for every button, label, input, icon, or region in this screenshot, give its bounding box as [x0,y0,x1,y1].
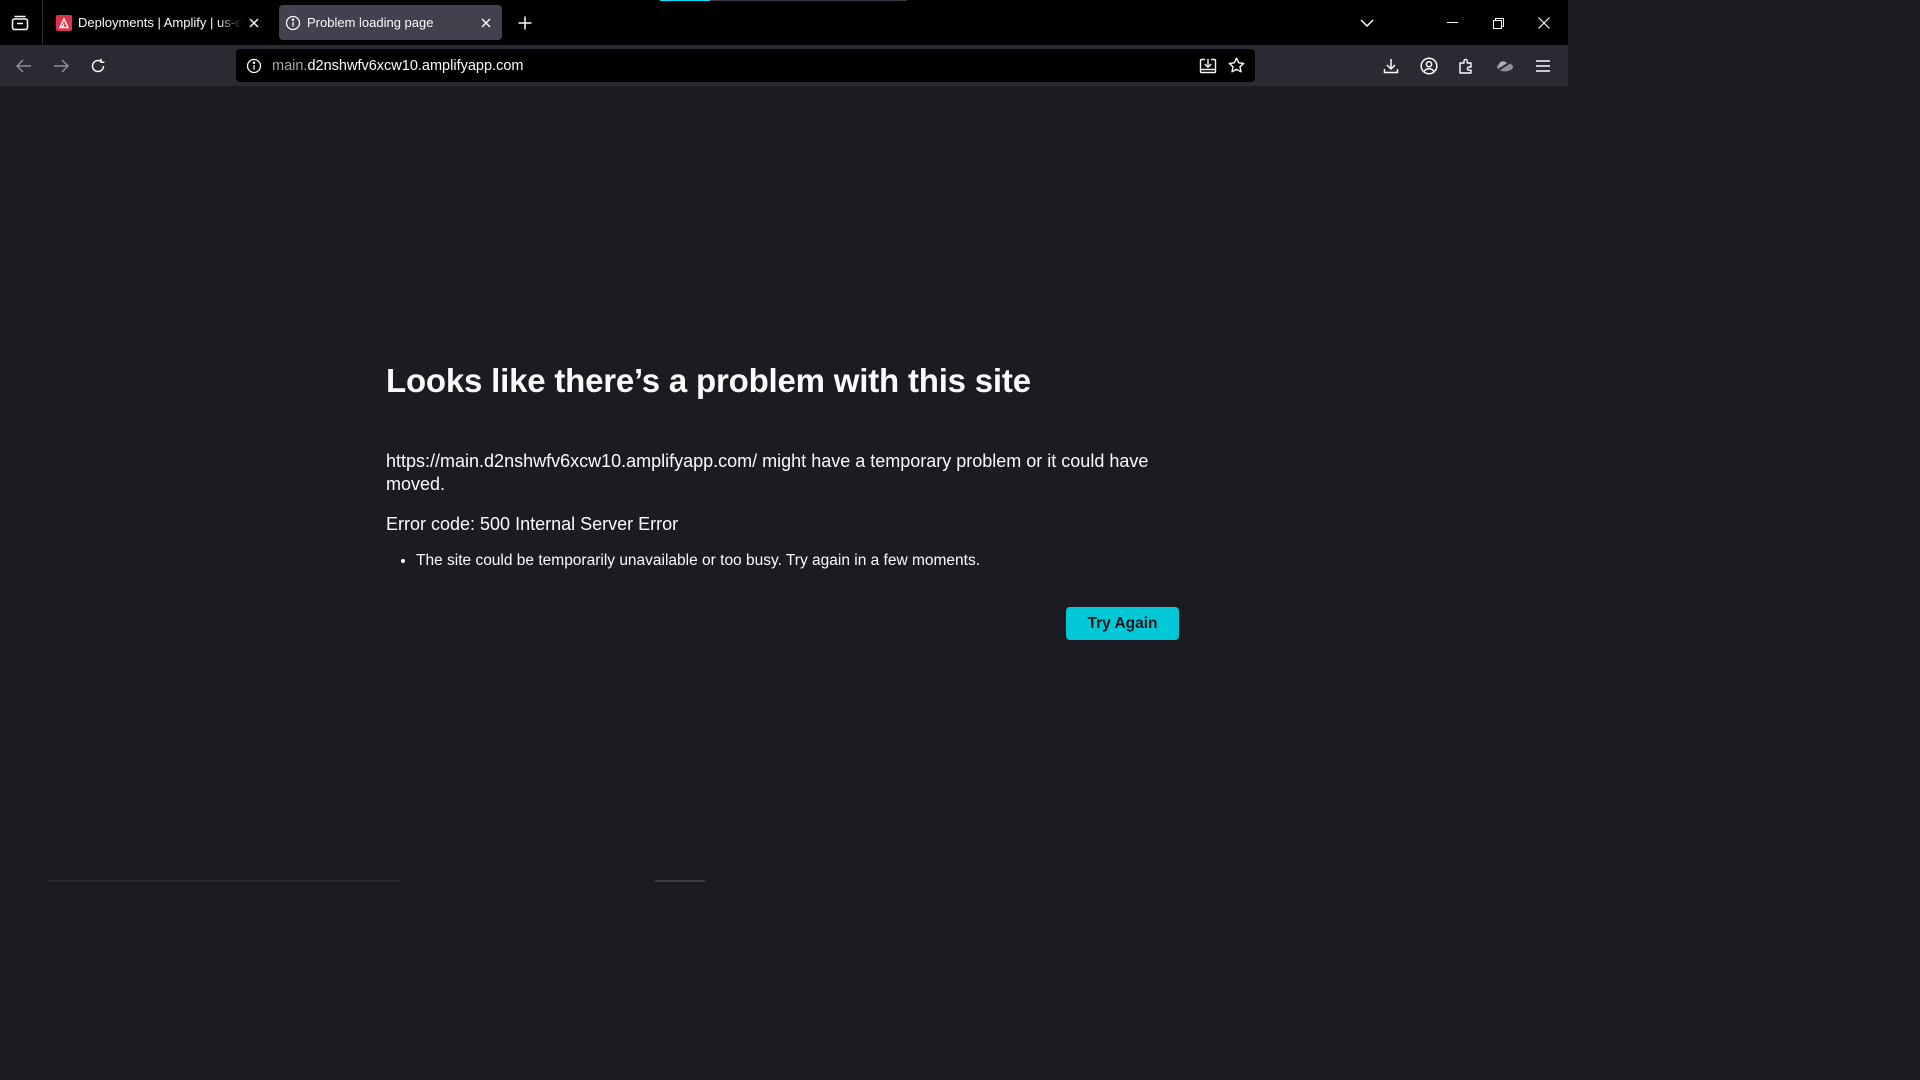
scroll-indicator [655,880,705,882]
error-title: Looks like there’s a problem with this s… [386,362,1031,399]
button-row: Try Again [386,607,1179,640]
back-icon[interactable] [12,54,36,78]
forward-icon[interactable] [49,54,73,78]
horizontal-scrollbar[interactable] [48,880,400,882]
close-tab-icon[interactable] [474,11,498,35]
tab-loading-indicator [660,0,907,1]
firefox-view-icon[interactable] [8,11,32,35]
tab-title: Problem loading page [307,15,434,30]
tab-strip: Deployments | Amplify | us-east-1 Proble… [0,0,1568,45]
info-icon [285,15,301,31]
install-app-icon[interactable] [1193,51,1222,80]
tab-divider [42,0,43,45]
list-item: The site could be temporarily unavailabl… [416,551,1179,571]
page-actions [1193,49,1251,82]
error-code: Error code: 500 Internal Server Error [386,514,679,534]
error-container: Looks like there’s a problem with this s… [386,360,1179,640]
page-content: Looks like there’s a problem with this s… [0,86,1568,882]
site-info-icon[interactable] [238,50,270,82]
list-all-tabs-icon[interactable] [1355,11,1379,35]
bookmark-star-icon[interactable] [1222,51,1251,80]
url-domain: d2nshwfv6xcw10.amplifyapp.com [307,57,524,74]
navigation-toolbar: main.d2nshwfv6xcw10.amplifyapp.com [0,45,1568,86]
error-suggestions: The site could be temporarily unavailabl… [386,551,1179,571]
minimize-icon[interactable] [1440,11,1464,35]
tab-title: Deployments | Amplify | us-east-1 [78,15,242,30]
tab-problem-loading[interactable]: Problem loading page [279,5,502,40]
downloads-icon[interactable] [1379,54,1403,78]
try-again-button[interactable]: Try Again [1066,607,1179,640]
close-window-icon[interactable] [1532,11,1556,35]
error-description: https://main.d2nshwfv6xcw10.amplifyapp.c… [386,451,1149,494]
url-prefix: main. [272,57,308,74]
address-bar[interactable]: main.d2nshwfv6xcw10.amplifyapp.com [236,49,1255,82]
reload-icon[interactable] [86,54,110,78]
tab-deployments[interactable]: Deployments | Amplify | us-east-1 [50,5,270,40]
extensions-icon[interactable] [1454,54,1478,78]
hamburger-menu-icon[interactable] [1531,54,1555,78]
url-text[interactable]: main.d2nshwfv6xcw10.amplifyapp.com [272,58,523,74]
extension-cloud-icon[interactable] [1493,54,1517,78]
close-tab-icon[interactable] [242,11,266,35]
aws-amplify-icon [56,14,72,31]
account-icon[interactable] [1417,54,1441,78]
new-tab-icon[interactable] [513,11,537,35]
restore-icon[interactable] [1486,11,1510,35]
